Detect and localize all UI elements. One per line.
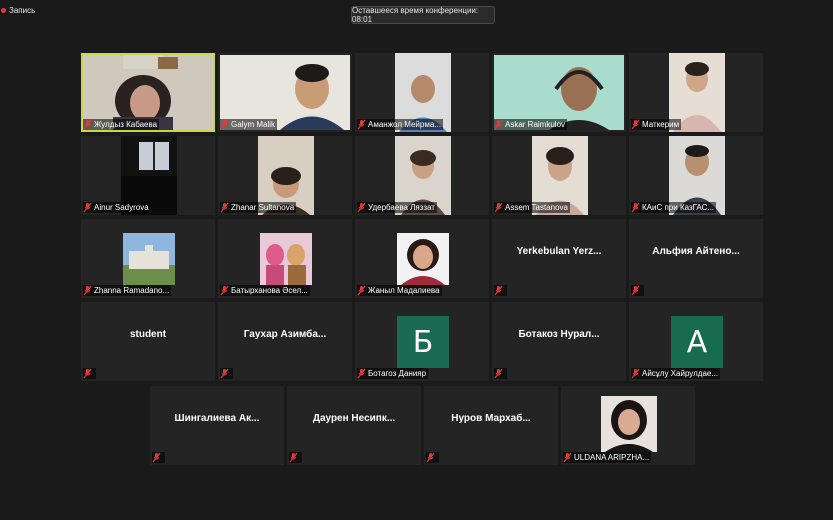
participant-name-label: Assem Tastanova [494, 202, 570, 213]
mic-muted-icon [494, 202, 503, 213]
participant-name-label: Ainur Sadyrova [83, 202, 151, 213]
participant-name-label: КАиС при КазГАС... [631, 202, 717, 213]
video-tile-ainur[interactable]: Ainur Sadyrova [81, 136, 215, 215]
participant-name-label [152, 452, 165, 463]
video-tile-yerkebulan[interactable]: Yerkebulan Yerz... [492, 219, 626, 298]
mic-muted-icon [494, 285, 503, 296]
participant-initial-avatar: Б [397, 316, 449, 368]
record-icon [1, 8, 6, 13]
participant-avatar [601, 396, 657, 452]
participant-display-name: Гаухар Азимба... [243, 329, 327, 340]
mic-muted-icon [631, 368, 640, 379]
mic-muted-icon [220, 202, 229, 213]
participant-name-label: Аманжол Мейрма... [357, 119, 443, 130]
video-tile-dauren[interactable]: Даурен Несипк... [287, 386, 421, 465]
participant-name-label: Ботагоз Данияр [357, 368, 429, 379]
mic-muted-icon [631, 119, 640, 130]
timer-text: Оставшееся время конференции: 08:01 [352, 6, 479, 24]
participant-name-label: Жулдыз Кабаева [83, 119, 160, 130]
video-tile-alfiya[interactable]: Альфия Айтено... [629, 219, 763, 298]
mic-muted-icon [357, 119, 366, 130]
mic-muted-icon [220, 368, 229, 379]
mic-muted-icon [357, 368, 366, 379]
participant-name-label: Askar Raimkulov [494, 119, 568, 130]
participant-avatar [397, 233, 449, 285]
participant-name-label: Батырханова Әсел... [220, 285, 310, 296]
video-tile-student[interactable]: student [81, 302, 215, 381]
video-tile-batyrkhanova[interactable]: Батырханова Әсел... [218, 219, 352, 298]
participant-name-label [631, 285, 644, 296]
participant-avatar [123, 233, 175, 285]
mic-muted-icon [494, 119, 503, 130]
video-tile-uderbaeva[interactable]: Удербаева Ляззат [355, 136, 489, 215]
participant-name-label [220, 368, 233, 379]
mic-muted-icon [357, 285, 366, 296]
mic-muted-icon [357, 202, 366, 213]
participant-name-label [426, 452, 439, 463]
mic-muted-icon [83, 119, 92, 130]
mic-muted-icon [563, 452, 572, 463]
participant-display-name: Шингалиева Ак... [174, 413, 260, 424]
video-tile-zhuldyz[interactable]: Жулдыз Кабаева [81, 53, 215, 132]
mic-muted-icon [83, 368, 92, 379]
participant-display-name: Нуров Мархаб... [451, 413, 531, 424]
mic-muted-icon [426, 452, 435, 463]
participant-name-label [289, 452, 302, 463]
participant-name-label [494, 285, 507, 296]
participant-name-label: Zhanar Sultanova [220, 202, 297, 213]
mic-muted-icon [83, 202, 92, 213]
mic-muted-icon [220, 285, 229, 296]
recording-indicator[interactable]: Запись [0, 6, 35, 15]
mic-muted-icon [83, 285, 92, 296]
participant-display-name: Yerkebulan Yerz... [516, 246, 602, 257]
video-tile-botakoz[interactable]: Ботакоз Нурал... [492, 302, 626, 381]
participant-name-label: Удербаева Ляззат [357, 202, 437, 213]
video-tile-uldana[interactable]: ULDANA ARIPZHA... [561, 386, 695, 465]
mic-muted-icon [631, 202, 640, 213]
participant-name-label [83, 368, 96, 379]
video-tile-botagoz[interactable]: Б Ботагоз Данияр [355, 302, 489, 381]
mic-muted-icon [494, 368, 503, 379]
video-tile-gaukhar[interactable]: Гаухар Азимба... [218, 302, 352, 381]
participant-display-name: student [129, 329, 167, 340]
recording-label: Запись [9, 6, 36, 15]
participant-name-label: Маткерим [631, 119, 682, 130]
participant-avatar [260, 233, 312, 285]
mic-muted-icon [152, 452, 161, 463]
video-tile-shingalieva[interactable]: Шингалиева Ак... [150, 386, 284, 465]
participant-display-name: Альфия Айтено... [652, 246, 740, 257]
participant-initial-avatar: A [671, 316, 723, 368]
video-tile-zhanyl[interactable]: Жаныл Мадалиева [355, 219, 489, 298]
video-tile-zhanna[interactable]: Zhanna Ramadano... [81, 219, 215, 298]
participant-name-label [494, 368, 507, 379]
video-tile-matkerim[interactable]: Маткерим [629, 53, 763, 132]
video-tile-aisulu[interactable]: A Айсұлу Хайрулдае... [629, 302, 763, 381]
video-tile-askar[interactable]: Askar Raimkulov [492, 53, 626, 132]
meeting-time-remaining: Оставшееся время конференции: 08:01 [351, 6, 495, 24]
video-tile-kais[interactable]: КАиС при КазГАС... [629, 136, 763, 215]
mic-muted-icon [289, 452, 298, 463]
mic-muted-icon [631, 285, 640, 296]
participant-name-label: Жаныл Мадалиева [357, 285, 442, 296]
participant-name-label: Айсұлу Хайрулдае... [631, 368, 721, 379]
mic-muted-icon [220, 119, 229, 130]
participant-name-label: Zhanna Ramadano... [83, 285, 172, 296]
video-tile-nurov[interactable]: Нуров Мархаб... [424, 386, 558, 465]
participant-name-label: Galym Malik [220, 119, 278, 130]
participant-display-name: Даурен Несипк... [312, 413, 396, 424]
video-tile-amanzhol[interactable]: Аманжол Мейрма... [355, 53, 489, 132]
video-tile-zhanar[interactable]: Zhanar Sultanova [218, 136, 352, 215]
video-tile-galym[interactable]: Galym Malik [218, 53, 352, 132]
video-tile-assem[interactable]: Assem Tastanova [492, 136, 626, 215]
participant-name-label: ULDANA ARIPZHA... [563, 452, 652, 463]
participant-display-name: Ботакоз Нурал... [518, 329, 600, 340]
